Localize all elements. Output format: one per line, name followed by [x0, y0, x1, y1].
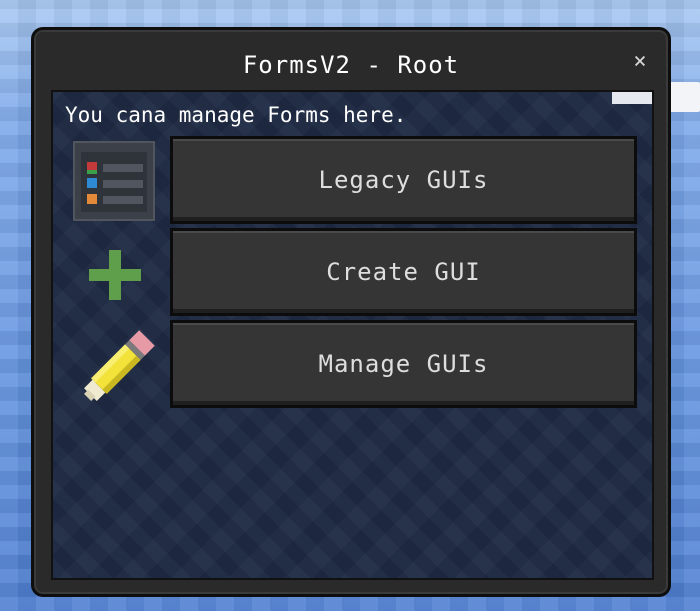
row-manage-guis: Manage GUIs [53, 320, 656, 410]
plus-icon [73, 230, 157, 314]
close-button[interactable]: × [628, 50, 652, 74]
row-create-gui: Create GUI [53, 228, 656, 318]
dialog-titlebar: FormsV2 - Root × [34, 30, 668, 94]
manage-guis-button[interactable]: Manage GUIs [170, 320, 637, 408]
pencil-icon [73, 322, 157, 406]
row-legacy-guis: Legacy GUIs [53, 136, 656, 226]
dialog-title: FormsV2 - Root [242, 51, 460, 79]
legacy-guis-button[interactable]: Legacy GUIs [170, 136, 637, 224]
create-gui-button[interactable]: Create GUI [170, 228, 637, 316]
forms-dialog: FormsV2 - Root × You cana manage Forms h… [31, 27, 671, 597]
panel-edge [612, 92, 652, 104]
content-panel: You cana manage Forms here. Legacy GUIs [51, 90, 654, 580]
dialog-description: You cana manage Forms here. [65, 103, 407, 127]
list-icon [73, 138, 157, 222]
